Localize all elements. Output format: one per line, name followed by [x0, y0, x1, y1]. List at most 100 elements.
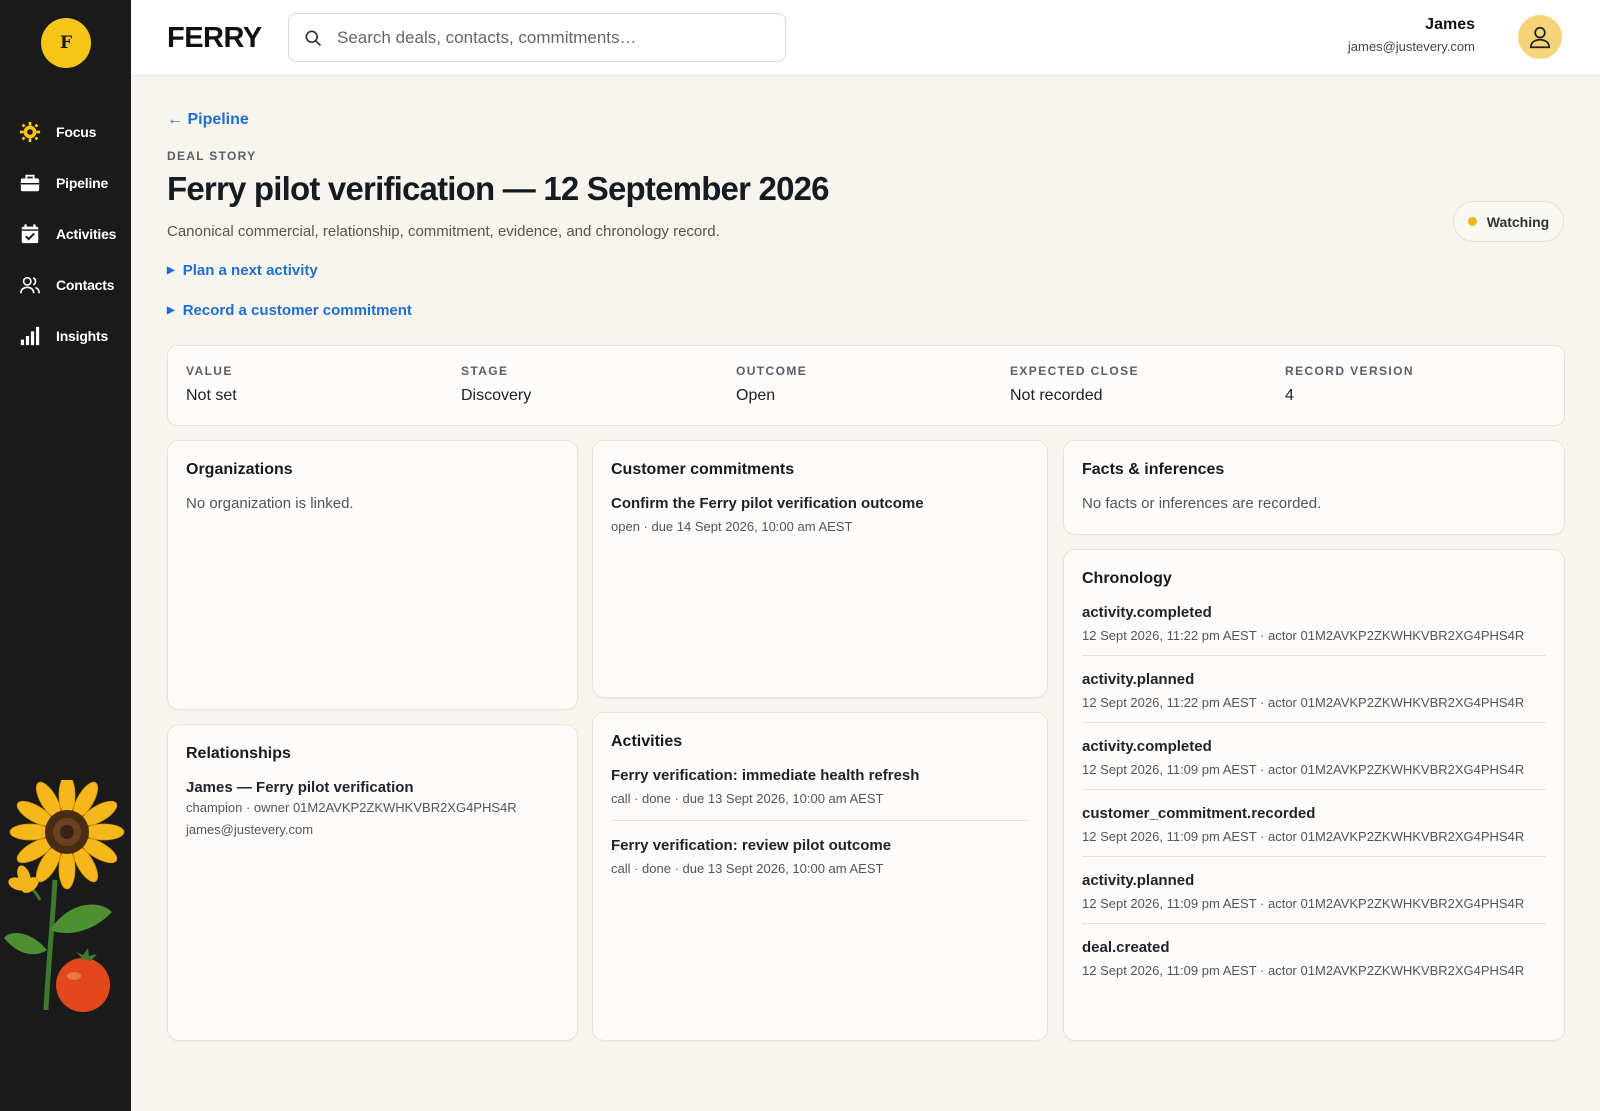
card-title: Relationships: [186, 745, 291, 762]
user-name: James: [1425, 16, 1475, 33]
chronology-meta: 12 Sept 2026, 11:09 pm AEST · actor 01M2…: [1082, 829, 1525, 844]
customer-commitments-card: Customer commitments Confirm the Ferry p…: [592, 440, 1048, 698]
bar-chart-icon: [20, 326, 40, 345]
plan-next-activity-toggle[interactable]: ▶ Plan a next activity: [167, 262, 318, 279]
caret-right-icon: ▶: [167, 265, 175, 276]
chronology-item[interactable]: activity.planned 12 Sept 2026, 11:09 pm …: [1082, 872, 1546, 924]
activity-title: Ferry verification: review pilot outcome: [611, 837, 892, 854]
card-title: Customer commitments: [611, 461, 795, 478]
relationships-card: Relationships James — Ferry pilot verifi…: [167, 724, 578, 1041]
chronology-item[interactable]: deal.created 12 Sept 2026, 11:09 pm AEST…: [1082, 939, 1546, 990]
sidebar-item-label: Insights: [56, 327, 109, 344]
chronology-item[interactable]: customer_commitment.recorded 12 Sept 202…: [1082, 805, 1546, 857]
chronology-meta: 12 Sept 2026, 11:09 pm AEST · actor 01M2…: [1082, 762, 1525, 777]
chronology-event: deal.created: [1082, 939, 1170, 956]
sidebar-item-contacts[interactable]: Contacts: [0, 259, 131, 310]
search-input[interactable]: [337, 27, 757, 48]
card-title: Facts & inferences: [1082, 461, 1225, 478]
record-commitment-toggle[interactable]: ▶ Record a customer commitment: [167, 302, 412, 319]
page-subtitle: Canonical commercial, relationship, comm…: [167, 223, 720, 240]
brand-wordmark[interactable]: FERRY: [167, 22, 262, 55]
chronology-event: customer_commitment.recorded: [1082, 805, 1316, 822]
facts-inferences-card: Facts & inferences No facts or inference…: [1063, 440, 1565, 535]
summary-label: OUTCOME: [736, 364, 808, 378]
summary-field-value: Not recorded: [1010, 387, 1103, 404]
summary-field-value: Discovery: [461, 387, 532, 404]
back-to-pipeline-link[interactable]: ← Pipeline: [167, 111, 249, 129]
disclosure-label: Plan a next activity: [182, 262, 318, 279]
sidebar-item-activities[interactable]: Activities: [0, 208, 131, 259]
activity-item[interactable]: Ferry verification: review pilot outcome…: [611, 837, 1029, 876]
search-box[interactable]: [288, 13, 786, 62]
summary-field-value: 4: [1285, 387, 1294, 404]
chronology-meta: 12 Sept 2026, 11:09 pm AEST · actor 01M2…: [1082, 963, 1525, 978]
page-eyebrow: DEAL STORY: [167, 149, 257, 163]
activity-meta: call · done · due 13 Sept 2026, 10:00 am…: [611, 791, 884, 806]
empty-state: No organization is linked.: [186, 495, 354, 512]
relationship-meta: champion · owner 01M2AVKP2ZKWHKVBR2XG4PH…: [186, 800, 517, 815]
chronology-meta: 12 Sept 2026, 11:22 pm AEST · actor 01M2…: [1082, 628, 1525, 643]
divider: [611, 820, 1029, 821]
sidebar-item-focus[interactable]: Focus: [0, 106, 131, 157]
sidebar-item-label: Focus: [56, 123, 97, 140]
chronology-card: Chronology activity.completed 12 Sept 20…: [1063, 549, 1565, 1041]
sun-gear-icon: [19, 121, 41, 142]
calendar-check-icon: [21, 223, 39, 243]
commitment-title: Confirm the Ferry pilot verification out…: [611, 495, 924, 512]
sunflower-illustration: [4, 780, 125, 1012]
organizations-card: Organizations No organization is linked.: [167, 440, 578, 710]
summary-field-value: Not set: [186, 387, 237, 404]
users-icon: [20, 276, 40, 293]
activity-title: Ferry verification: immediate health ref…: [611, 767, 920, 784]
sidebar-item-insights[interactable]: Insights: [0, 310, 131, 361]
sidebar-nav: Focus Pipeline Activities Contacts Insig…: [0, 106, 131, 361]
summary-stage: STAGE Discovery: [461, 364, 531, 405]
sidebar-item-label: Contacts: [56, 276, 115, 293]
page-title: Ferry pilot verification — 12 September …: [167, 170, 830, 207]
summary-label: STAGE: [461, 364, 509, 378]
relationship-item[interactable]: James — Ferry pilot verification champio…: [186, 779, 559, 837]
user-info[interactable]: James james@justevery.com: [1348, 16, 1475, 54]
app-logo[interactable]: F: [41, 18, 91, 68]
chronology-event: activity.planned: [1082, 872, 1195, 889]
chronology-item[interactable]: activity.completed 12 Sept 2026, 11:09 p…: [1082, 738, 1546, 790]
search-icon: [305, 30, 322, 46]
chronology-item[interactable]: activity.completed 12 Sept 2026, 11:22 p…: [1082, 604, 1546, 656]
avatar[interactable]: [1518, 15, 1562, 59]
relationship-name: James — Ferry pilot verification: [186, 779, 414, 796]
summary-label: EXPECTED CLOSE: [1010, 364, 1139, 378]
status-dot-icon: [1467, 217, 1477, 226]
sidebar-item-label: Pipeline: [56, 174, 109, 191]
commitment-item[interactable]: Confirm the Ferry pilot verification out…: [611, 495, 1029, 534]
activity-item[interactable]: Ferry verification: immediate health ref…: [611, 767, 1029, 820]
summary-field-value: Open: [736, 387, 776, 404]
chronology-event: activity.planned: [1082, 671, 1195, 688]
logo-letter: F: [59, 33, 73, 53]
chronology-meta: 12 Sept 2026, 11:22 pm AEST · actor 01M2…: [1082, 695, 1525, 710]
activities-card: Activities Ferry verification: immediate…: [592, 712, 1048, 1041]
sidebar-item-label: Activities: [56, 225, 117, 242]
summary-label: VALUE: [186, 364, 233, 378]
sidebar-item-pipeline[interactable]: Pipeline: [0, 157, 131, 208]
watching-toggle[interactable]: Watching: [1453, 201, 1564, 242]
summary-record-version: RECORD VERSION 4: [1285, 364, 1414, 405]
deal-summary: VALUE Not set STAGE Discovery OUTCOME Op…: [167, 345, 1565, 426]
commitment-meta: open · due 14 Sept 2026, 10:00 am AEST: [611, 519, 853, 534]
chronology-list: activity.completed 12 Sept 2026, 11:22 p…: [1082, 604, 1546, 990]
watching-label: Watching: [1486, 213, 1550, 230]
chronology-meta: 12 Sept 2026, 11:09 pm AEST · actor 01M2…: [1082, 896, 1525, 911]
empty-state: No facts or inferences are recorded.: [1082, 495, 1322, 512]
relationship-email: james@justevery.com: [186, 822, 314, 837]
summary-outcome: OUTCOME Open: [736, 364, 807, 405]
card-title: Organizations: [186, 461, 293, 478]
caret-right-icon: ▶: [167, 305, 175, 316]
summary-label: RECORD VERSION: [1285, 364, 1414, 378]
chronology-item[interactable]: activity.planned 12 Sept 2026, 11:22 pm …: [1082, 671, 1546, 723]
top-header: FERRY James james@justevery.com: [131, 0, 1600, 76]
summary-value: VALUE Not set: [186, 364, 237, 405]
chronology-event: activity.completed: [1082, 604, 1212, 621]
summary-expected-close: EXPECTED CLOSE Not recorded: [1010, 364, 1139, 405]
sidebar: F Focus Pipeline Activities Contacts Ins…: [0, 0, 131, 1111]
chronology-event: activity.completed: [1082, 738, 1212, 755]
user-email: james@justevery.com: [1347, 39, 1475, 54]
